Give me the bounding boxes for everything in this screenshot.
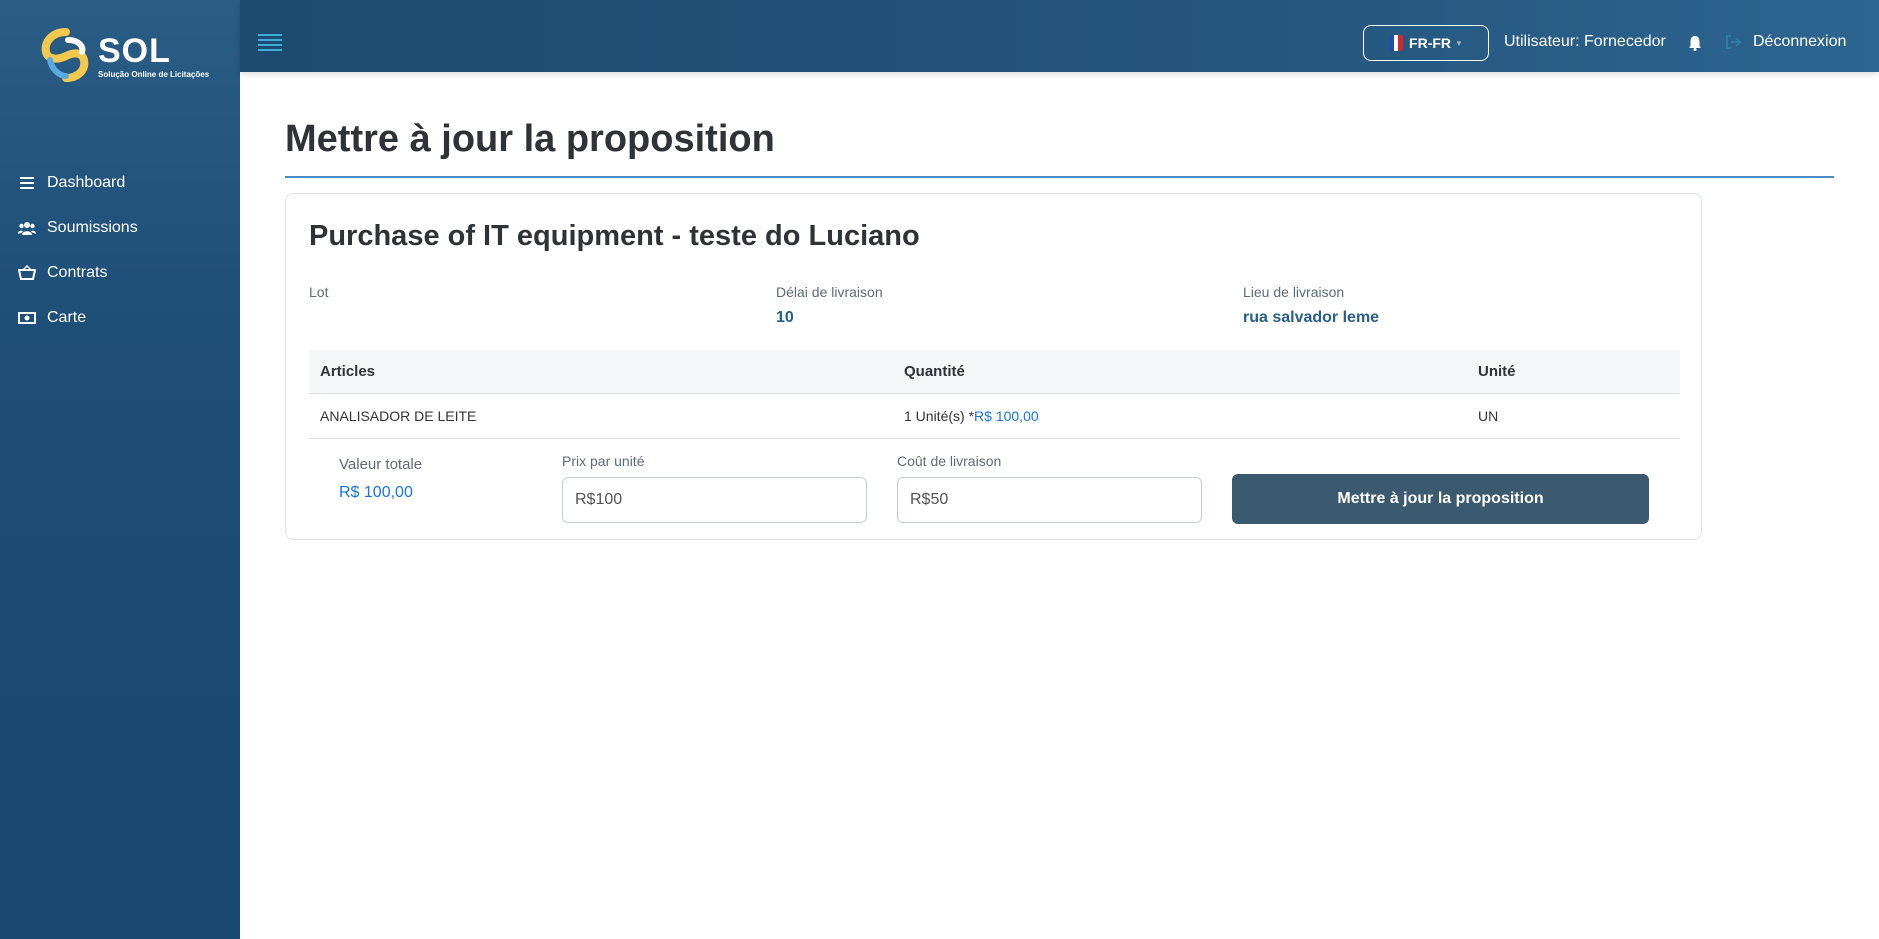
table-row: ANALISADOR DE LEITE 1 Unité(s) *R$ 100,0…	[309, 394, 1680, 439]
users-icon	[18, 219, 36, 237]
sidebar-item-soumissions[interactable]: Soumissions	[0, 205, 240, 250]
sidebar-item-dashboard[interactable]: Dashboard	[0, 160, 240, 205]
list-icon	[18, 174, 36, 192]
topbar: FR-FR ▼ Utilisateur: Fornecedor Déconnex…	[240, 0, 1879, 72]
brand-name: SOL	[98, 32, 171, 70]
unit-price-note: R$ 100,00	[974, 408, 1039, 424]
quantity-text: 1 Unité(s) *	[904, 408, 975, 424]
delivery-time-label: Délai de livraison	[776, 284, 883, 300]
sidebar-item-contrats[interactable]: Contrats	[0, 250, 240, 295]
logout-icon	[1725, 34, 1742, 50]
column-header-unit: Unité	[1478, 363, 1516, 380]
user-label: Utilisateur: Fornecedor	[1504, 33, 1666, 50]
quantity-cell: 1 Unité(s) *R$ 100,00	[904, 408, 1039, 424]
language-label: FR-FR	[1409, 35, 1452, 51]
menu-toggle-icon[interactable]	[258, 34, 282, 52]
delivery-place-value: rua salvador leme	[1243, 309, 1380, 326]
sidebar-item-label: Dashboard	[47, 173, 126, 191]
sidebar-item-label: Contrats	[47, 263, 108, 281]
basket-icon	[18, 264, 36, 282]
sol-logo[interactable]: SOL Solução Online de Licitações	[38, 26, 210, 86]
page-title: Mettre à jour la proposition	[285, 118, 775, 160]
sidebar-nav: Dashboard Soumissions Contrats Carte	[0, 160, 240, 340]
sol-logo-icon	[41, 28, 89, 82]
proposal-card: Purchase of IT equipment - teste do Luci…	[285, 193, 1702, 540]
logout-label: Déconnexion	[1753, 33, 1847, 50]
unit-cell: UN	[1478, 408, 1499, 424]
sidebar-item-carte[interactable]: Carte	[0, 295, 240, 340]
chevron-down-icon: ▼	[1455, 38, 1463, 48]
column-header-quantity: Quantité	[904, 363, 965, 380]
bell-icon[interactable]	[1688, 35, 1704, 51]
title-divider	[285, 176, 1834, 178]
column-header-articles: Articles	[320, 363, 376, 380]
sidebar: SOL Solução Online de Licitações Dashboa…	[0, 0, 240, 939]
money-icon	[18, 309, 36, 327]
lot-label: Lot	[309, 284, 329, 300]
sidebar-item-label: Carte	[47, 308, 87, 326]
total-value: R$ 100,00	[339, 484, 413, 501]
unit-price-input[interactable]: R$100	[562, 477, 867, 523]
language-selector[interactable]: FR-FR ▼	[1363, 25, 1489, 61]
sidebar-item-label: Soumissions	[47, 218, 138, 236]
logout-button[interactable]: Déconnexion	[1725, 33, 1846, 51]
delivery-cost-label: Coût de livraison	[897, 453, 1002, 469]
delivery-place-label: Lieu de livraison	[1243, 284, 1345, 300]
update-proposal-button[interactable]: Mettre à jour la proposition	[1232, 474, 1649, 524]
delivery-cost-input[interactable]: R$50	[897, 477, 1202, 523]
france-flag-icon	[1389, 35, 1404, 51]
delivery-time-value: 10	[776, 309, 794, 326]
brand-tagline: Solução Online de Licitações	[98, 70, 210, 79]
proposal-title: Purchase of IT equipment - teste do Luci…	[309, 220, 920, 252]
unit-price-label: Prix par unité	[562, 453, 645, 469]
total-label: Valeur totale	[339, 456, 423, 473]
items-table: Articles Quantité Unité ANALISADOR DE LE…	[309, 350, 1680, 439]
article-cell: ANALISADOR DE LEITE	[320, 408, 477, 424]
table-header: Articles Quantité Unité	[309, 350, 1680, 394]
